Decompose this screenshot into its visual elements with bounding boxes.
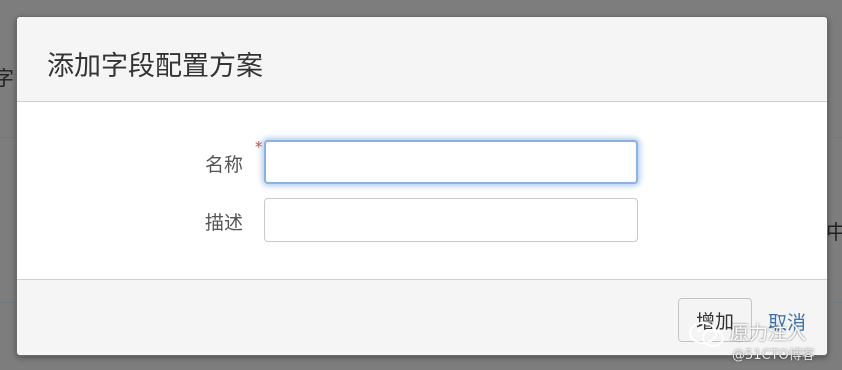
background-text-fragment: 中: [826, 220, 842, 244]
background-divider: [826, 302, 842, 303]
watermark-name: 原力注入: [730, 322, 807, 344]
background-text-fragment: 字: [0, 66, 14, 90]
watermark: 原力注入 @51CTO博客: [688, 316, 838, 366]
form-row-name: 名称 *: [17, 138, 827, 184]
form-row-description: 描述: [17, 198, 827, 242]
dialog-header: 添加字段配置方案: [17, 17, 827, 102]
dialog-body: 名称 * 描述: [17, 102, 827, 279]
background-divider: [0, 302, 16, 303]
required-icon: *: [255, 138, 263, 156]
dialog-title: 添加字段配置方案: [47, 51, 263, 82]
background-divider: [0, 137, 16, 138]
wechat-logo-icon: [689, 322, 724, 347]
description-label: 描述: [204, 212, 243, 234]
add-field-config-dialog: 添加字段配置方案 名称 * 描述 增加 取消: [16, 16, 828, 356]
watermark-source: @51CTO博客: [732, 348, 815, 363]
description-input[interactable]: [264, 198, 638, 242]
name-input[interactable]: [264, 140, 638, 184]
background-divider: [826, 137, 842, 138]
name-label: 名称: [204, 154, 243, 176]
